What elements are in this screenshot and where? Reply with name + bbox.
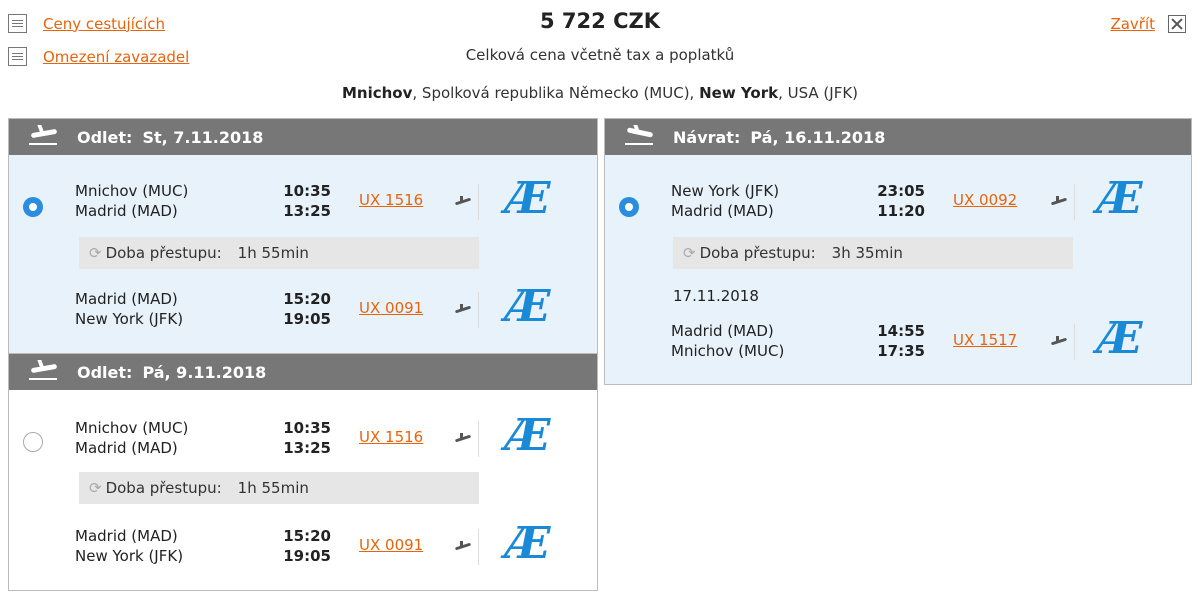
departure-time: 15:20 [283, 290, 331, 308]
departure-time: 10:35 [283, 182, 331, 200]
takeoff-icon [9, 119, 63, 155]
direction-label: Návrat: [673, 127, 741, 147]
direction-label: Odlet: [77, 362, 133, 382]
flight-date: St, 7.11.2018 [142, 127, 264, 147]
route-to-detail: , USA (JFK) [778, 84, 859, 102]
arrival-time: 13:25 [283, 439, 331, 457]
segment-from: Madrid (MAD) [75, 290, 178, 308]
close-icon[interactable] [1168, 15, 1186, 33]
flight-number-link[interactable]: UX 0091 [359, 536, 423, 554]
segment-to: Madrid (MAD) [75, 202, 178, 220]
departure-time: 15:20 [283, 527, 331, 545]
route-from-city: Mnichov [341, 84, 413, 102]
airline-logo-icon: Æ [1097, 173, 1142, 224]
segment-to: Madrid (MAD) [671, 202, 774, 220]
plane-icon [1047, 324, 1075, 360]
transfer-label: Doba přestupu: [105, 479, 222, 497]
flight-segment: Mnichov (MUC) Madrid (MAD) 10:35 13:25 UX … [9, 412, 597, 468]
route-to-city: New York [699, 84, 779, 102]
flight-number-link[interactable]: UX 0092 [953, 191, 1017, 209]
segment-from: New York (JFK) [671, 182, 780, 200]
refresh-icon: ⟳ [89, 479, 102, 497]
segment-from: Madrid (MAD) [671, 322, 774, 340]
airline-logo-icon: Æ [505, 410, 550, 461]
flight-date: Pá, 9.11.2018 [142, 362, 267, 382]
transfer-label: Doba přestupu: [699, 244, 816, 262]
transfer-label: Doba přestupu: [105, 244, 222, 262]
next-day-date: 17.11.2018 [673, 287, 759, 305]
plane-icon [1047, 184, 1075, 220]
flight-segment: Madrid (MAD) New York (JFK) 15:20 19:05 UX… [9, 520, 597, 576]
return-header: Návrat: Pá, 16.11.2018 [605, 119, 1191, 155]
transfer-time: 1h 55min [237, 479, 309, 497]
departure-time: 14:55 [877, 322, 925, 340]
return-option-1[interactable]: Návrat: Pá, 16.11.2018 New York (JFK) Mad… [604, 118, 1192, 385]
arrival-time: 13:25 [283, 202, 331, 220]
outbound-option-2[interactable]: Odlet: Pá, 9.11.2018 Mnichov (MUC) Madrid… [8, 353, 598, 591]
plane-icon [451, 529, 479, 565]
direction-label: Odlet: [77, 127, 133, 147]
segment-to: Mnichov (MUC) [671, 342, 785, 360]
transfer-time: 3h 35min [831, 244, 903, 262]
outbound-header: Odlet: Pá, 9.11.2018 [9, 354, 597, 390]
outbound-option-1[interactable]: Odlet: St, 7.11.2018 Mnichov (MUC) Madrid… [8, 118, 598, 354]
airline-logo-icon: Æ [1097, 313, 1142, 364]
airline-logo-icon: Æ [505, 173, 550, 224]
transfer-info: ⟳ Doba přestupu: 3h 35min [673, 237, 1073, 269]
flight-number-link[interactable]: UX 0091 [359, 299, 423, 317]
arrival-time: 17:35 [877, 342, 925, 360]
segment-to: Madrid (MAD) [75, 439, 178, 457]
plane-icon [451, 421, 479, 457]
segment-from: Mnichov (MUC) [75, 419, 189, 437]
segment-to: New York (JFK) [75, 310, 184, 328]
airline-logo-icon: Æ [505, 281, 550, 332]
price-note: Celková cena včetně tax a poplatků [465, 46, 735, 64]
flight-date: Pá, 16.11.2018 [750, 127, 886, 147]
takeoff-icon [9, 354, 63, 390]
flight-number-link[interactable]: UX 1516 [359, 428, 423, 446]
flight-number-link[interactable]: UX 1517 [953, 331, 1017, 349]
arrival-time: 11:20 [877, 202, 925, 220]
airline-logo-icon: Æ [505, 518, 550, 569]
route-summary: Mnichov, Spolková republika Německo (MUC… [0, 84, 1200, 102]
plane-icon [451, 292, 479, 328]
transfer-info: ⟳ Doba přestupu: 1h 55min [79, 237, 479, 269]
flight-segment: New York (JFK) Madrid (MAD) 23:05 11:20 UX… [605, 175, 1191, 231]
flight-segment: Madrid (MAD) New York (JFK) 15:20 19:05 UX… [9, 283, 597, 339]
flight-number-link[interactable]: UX 1516 [359, 191, 423, 209]
segment-from: Madrid (MAD) [75, 527, 178, 545]
route-from-detail: , Spolková republika Německo (MUC), [412, 84, 700, 102]
transfer-time: 1h 55min [237, 244, 309, 262]
departure-time: 10:35 [283, 419, 331, 437]
refresh-icon: ⟳ [683, 244, 696, 262]
landing-icon [605, 119, 659, 155]
flight-segment: Mnichov (MUC) Madrid (MAD) 10:35 13:25 UX … [9, 175, 597, 231]
total-price: 5 722 CZK [540, 9, 660, 33]
close-control: Zavřít [1110, 15, 1186, 33]
close-link[interactable]: Zavřít [1110, 15, 1155, 33]
segment-to: New York (JFK) [75, 547, 184, 565]
departure-time: 23:05 [877, 182, 925, 200]
plane-icon [451, 184, 479, 220]
refresh-icon: ⟳ [89, 244, 102, 262]
arrival-time: 19:05 [283, 310, 331, 328]
segment-from: Mnichov (MUC) [75, 182, 189, 200]
arrival-time: 19:05 [283, 547, 331, 565]
outbound-header: Odlet: St, 7.11.2018 [9, 119, 597, 155]
flight-segment: Madrid (MAD) Mnichov (MUC) 14:55 17:35 UX … [605, 315, 1191, 371]
transfer-info: ⟳ Doba přestupu: 1h 55min [79, 472, 479, 504]
